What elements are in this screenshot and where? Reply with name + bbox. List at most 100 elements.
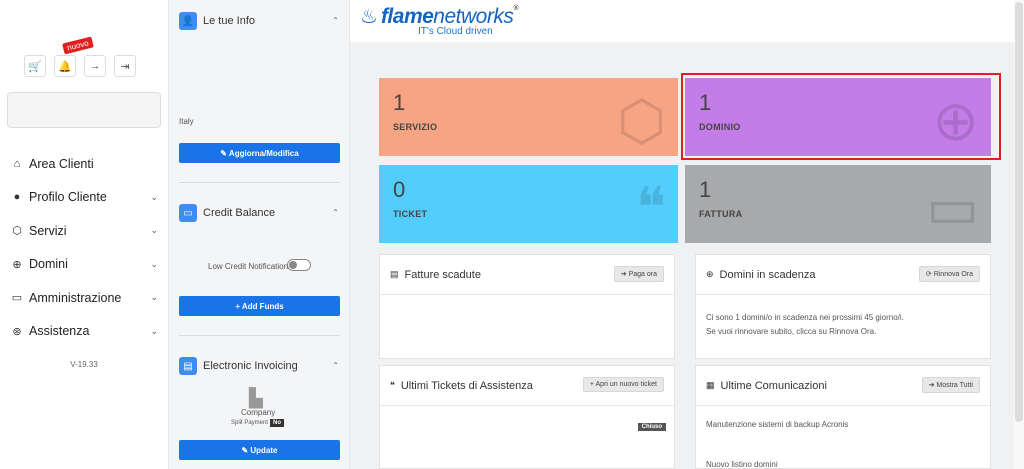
- card-fatture-scadute: ▤ Fatture scadute ➔ Paga ora: [379, 254, 675, 359]
- tile-label: TICKET: [393, 209, 428, 219]
- chevron-down-icon: ⌄: [150, 292, 158, 303]
- money-icon: ▭: [179, 204, 197, 222]
- country-text: Italy: [179, 117, 194, 126]
- top-icon-bar: 🛒 🔔 → ⇥: [24, 55, 136, 77]
- card-ultime-comunicazioni: ▦ Ultime Comunicazioni ➔ Mostra Tutti Ma…: [695, 365, 991, 469]
- logo-normal: networks: [433, 4, 514, 28]
- globe-icon: ⊕: [706, 269, 714, 279]
- sidebar-item-profilo-cliente[interactable]: ● Profilo Cliente ⌄: [0, 181, 168, 215]
- sidebar-item-servizi[interactable]: ⬡ Servizi ⌄: [0, 214, 168, 248]
- split-payment-label: Split Payment No: [231, 419, 285, 427]
- rinnova-ora-button[interactable]: ⟳ Rinnova Ora: [918, 266, 980, 282]
- domini-message-line1: Ci sono 1 domini/o in scadenza nei pross…: [706, 313, 904, 322]
- card-body: Ci sono 1 domini/o in scadenza nei pross…: [696, 295, 990, 349]
- tagline: IT's Cloud driven: [418, 26, 493, 37]
- news-item[interactable]: Nuovo listino domini: [706, 458, 980, 469]
- apri-ticket-button[interactable]: + Apri un nuovo ticket: [582, 377, 664, 392]
- registered-mark: ®: [513, 4, 518, 12]
- scrollbar-thumb[interactable]: [1015, 2, 1023, 422]
- sidebar-item-label: Servizi: [29, 223, 67, 238]
- comments-icon: ❝: [635, 176, 666, 239]
- chevron-down-icon: ⌄: [150, 325, 158, 336]
- card-header: ❝ Ultimi Tickets di Assistenza + Apri un…: [380, 366, 674, 406]
- comments-icon: ❝: [390, 380, 395, 390]
- company-label: Company: [241, 408, 276, 417]
- chevron-up-icon[interactable]: ⌃: [332, 361, 339, 370]
- sidebar-item-label: Assistenza: [29, 324, 90, 339]
- version-label: V-19.33: [70, 360, 98, 369]
- page-header: ♨ flamenetworks® IT's Cloud driven: [350, 0, 1024, 42]
- globe-icon: ⊕: [12, 258, 22, 271]
- card-title: Ultimi Tickets di Assistenza: [400, 379, 533, 392]
- card-body: Manutenzione sistemi di backup Acronis N…: [696, 406, 990, 469]
- arrow-right-icon[interactable]: →: [84, 55, 106, 77]
- card-header: ⊕ Domini in scadenza ⟳ Rinnova Ora: [696, 255, 990, 295]
- user-icon: ●: [13, 191, 21, 204]
- flame-icon: ♨: [360, 6, 378, 28]
- chevron-down-icon: ⌄: [150, 225, 158, 236]
- dashboard-main: 1 SERVIZIO ⬡ 1 DOMINIO ⊕ 0 TICKET ❝ 1 FA…: [350, 42, 1024, 469]
- sidebar-item-domini[interactable]: ⊕ Domini ⌄: [0, 248, 168, 282]
- chevron-up-icon[interactable]: ⌃: [332, 16, 339, 25]
- sidebar-item-assistenza[interactable]: ⊛ Assistenza ⌄: [0, 315, 168, 349]
- card-icon: ▭: [11, 292, 23, 305]
- tile-fattura[interactable]: 1 FATTURA ▭: [685, 165, 991, 243]
- credit-card-icon: ▭: [926, 176, 979, 239]
- panel-title: Electronic Invoicing: [203, 360, 298, 372]
- card-title: Domini in scadenza: [719, 268, 816, 281]
- info-column: 👤 Le tue Info ⌃ Italy ✎ Aggiorna/Modific…: [168, 0, 350, 469]
- scrollbar[interactable]: [1014, 0, 1024, 469]
- card-title: Fatture scadute: [404, 268, 481, 281]
- logo-text: flamenetworks®: [380, 4, 519, 29]
- panel-header-credit[interactable]: ▭ Credit Balance: [179, 204, 275, 222]
- invoice-icon: ▤: [390, 269, 399, 279]
- card-title: Ultime Comunicazioni: [720, 379, 827, 392]
- tile-servizio[interactable]: 1 SERVIZIO ⬡: [379, 78, 678, 156]
- sidebar-item-label: Domini: [29, 257, 68, 272]
- box-icon: ⬡: [617, 89, 666, 152]
- sidebar-search-box[interactable]: [7, 92, 161, 128]
- split-payment-text: Split Payment: [231, 420, 269, 426]
- news-item[interactable]: Manutenzione sistemi di backup Acronis: [706, 418, 980, 432]
- tile-ticket[interactable]: 0 TICKET ❝: [379, 165, 678, 243]
- box-icon: ⬡: [12, 225, 22, 238]
- sidebar-item-area-clienti[interactable]: ⌂ Area Clienti: [0, 147, 168, 181]
- bell-icon[interactable]: 🔔: [54, 55, 76, 77]
- logout-icon[interactable]: ⇥: [114, 55, 136, 77]
- update-invoicing-button[interactable]: ✎ Update: [179, 440, 340, 460]
- highlight-box: [681, 73, 1001, 160]
- low-credit-label: Low Credit Notification: [208, 262, 289, 271]
- sidebar-item-label: Area Clienti: [29, 156, 94, 171]
- paga-ora-button[interactable]: ➔ Paga ora: [613, 266, 664, 282]
- panel-header-invoicing[interactable]: ▤ Electronic Invoicing: [179, 357, 298, 375]
- card-header: ▤ Fatture scadute ➔ Paga ora: [380, 255, 674, 295]
- home-icon: ⌂: [13, 157, 21, 170]
- nuovo-badge: nuovo: [62, 36, 94, 55]
- sidebar-item-amministrazione[interactable]: ▭ Amministrazione ⌄: [0, 281, 168, 315]
- panel-title: Credit Balance: [203, 207, 276, 219]
- panel-header-info[interactable]: 👤 Le tue Info: [179, 12, 255, 30]
- divider: [179, 182, 340, 183]
- domini-message-line2: Se vuoi rinnovare subito, clicca su Rinn…: [706, 327, 877, 336]
- update-info-button[interactable]: ✎ Aggiorna/Modifica: [179, 143, 340, 163]
- logo-bold: flame: [380, 4, 434, 28]
- user-card-icon: 👤: [179, 12, 197, 30]
- add-funds-button[interactable]: + Add Funds: [179, 296, 340, 316]
- sidebar-item-label: Amministrazione: [29, 290, 122, 305]
- left-sidebar: 🛒 🔔 → ⇥ nuovo ⌂ Area Clienti ● Profilo C…: [0, 0, 168, 469]
- mostra-tutti-button[interactable]: ➔ Mostra Tutti: [921, 377, 980, 393]
- sidebar-nav: ⌂ Area Clienti ● Profilo Cliente ⌄ ⬡ Ser…: [0, 147, 168, 348]
- lifebuoy-icon: ⊛: [12, 325, 22, 338]
- sidebar-item-label: Profilo Cliente: [29, 190, 107, 205]
- card-ultimi-tickets: ❝ Ultimi Tickets di Assistenza + Apri un…: [379, 365, 675, 469]
- newspaper-icon: ▦: [706, 380, 715, 390]
- low-credit-toggle[interactable]: [287, 259, 311, 271]
- cart-icon[interactable]: 🛒: [24, 55, 46, 77]
- card-header: ▦ Ultime Comunicazioni ➔ Mostra Tutti: [696, 366, 990, 406]
- card-domini-scadenza: ⊕ Domini in scadenza ⟳ Rinnova Ora Ci so…: [695, 254, 991, 359]
- status-badge: Chiuso: [637, 423, 666, 431]
- chevron-down-icon: ⌄: [150, 191, 158, 202]
- document-icon: ▤: [179, 357, 197, 375]
- chevron-up-icon[interactable]: ⌃: [332, 208, 339, 217]
- no-badge: No: [270, 419, 285, 427]
